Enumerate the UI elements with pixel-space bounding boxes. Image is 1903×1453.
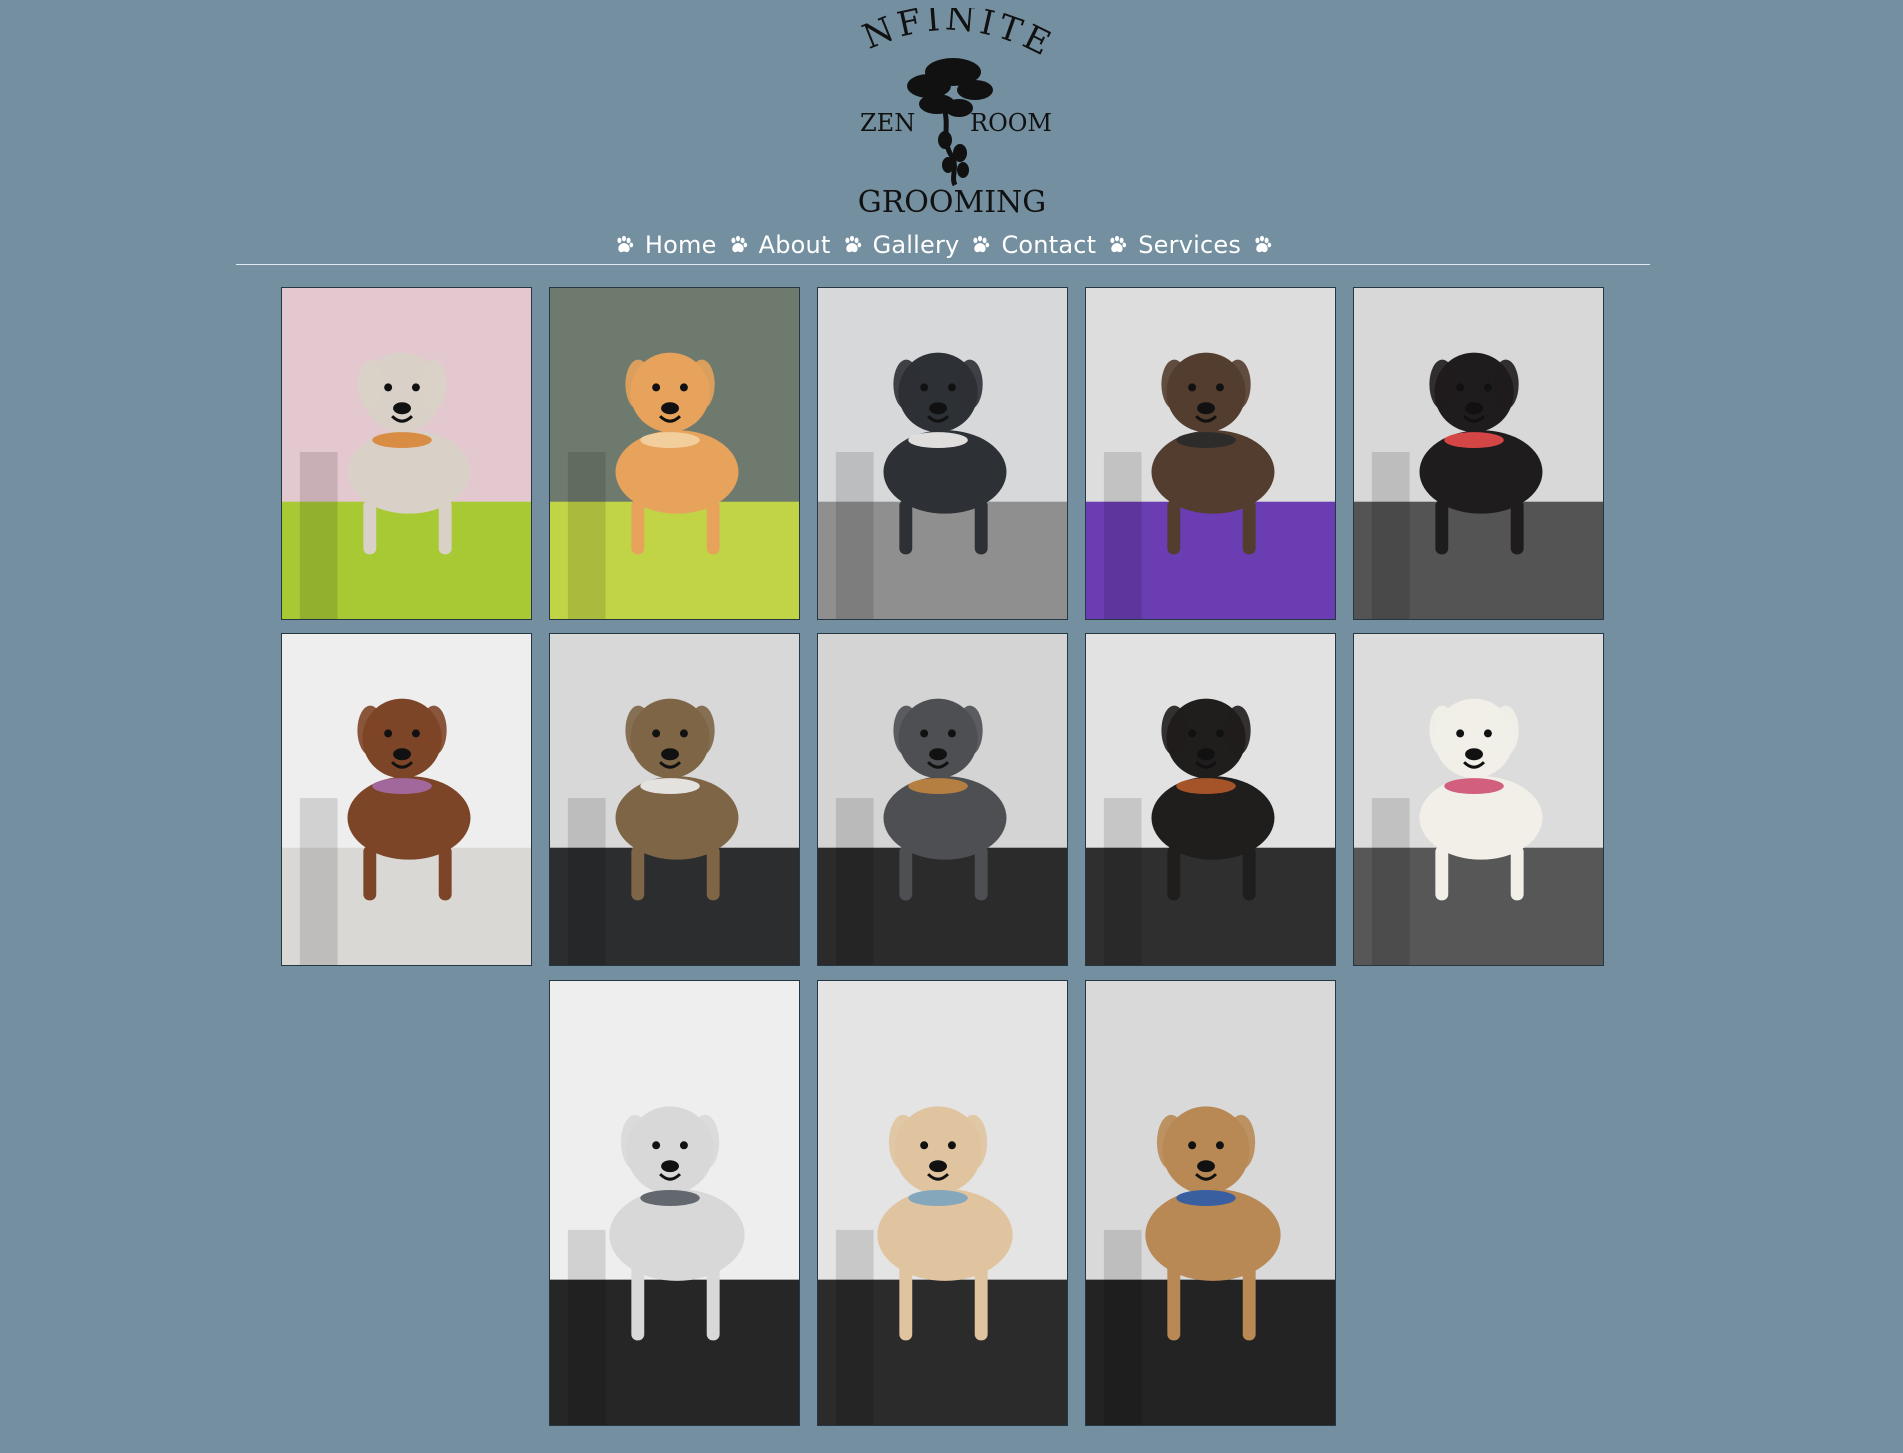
gallery-photo-5[interactable] [1353, 287, 1604, 620]
gallery-photo-1[interactable] [281, 287, 532, 620]
dog-photo-icon [1086, 288, 1335, 619]
gallery-photo-9[interactable] [1085, 633, 1336, 966]
dog-photo-icon [818, 634, 1067, 965]
dog-photo-icon [1354, 634, 1603, 965]
gallery-photo-6[interactable] [281, 633, 532, 966]
dog-photo-icon [282, 634, 531, 965]
dog-photo-icon [1086, 981, 1335, 1425]
gallery-photo-2[interactable] [549, 287, 800, 620]
dog-photo-icon [550, 634, 799, 965]
gallery-photo-13[interactable] [1085, 980, 1336, 1426]
gallery-photo-8[interactable] [817, 633, 1068, 966]
dog-photo-icon [818, 981, 1067, 1425]
gallery-photo-3[interactable] [817, 287, 1068, 620]
gallery-photo-11[interactable] [549, 980, 800, 1426]
gallery-photo-10[interactable] [1353, 633, 1604, 966]
dog-photo-icon [282, 288, 531, 619]
gallery-photo-4[interactable] [1085, 287, 1336, 620]
dog-photo-icon [550, 981, 799, 1425]
gallery-photo-7[interactable] [549, 633, 800, 966]
dog-photo-gallery [0, 0, 1903, 1453]
dog-photo-icon [550, 288, 799, 619]
dog-photo-icon [1354, 288, 1603, 619]
gallery-photo-12[interactable] [817, 980, 1068, 1426]
dog-photo-icon [818, 288, 1067, 619]
dog-photo-icon [1086, 634, 1335, 965]
